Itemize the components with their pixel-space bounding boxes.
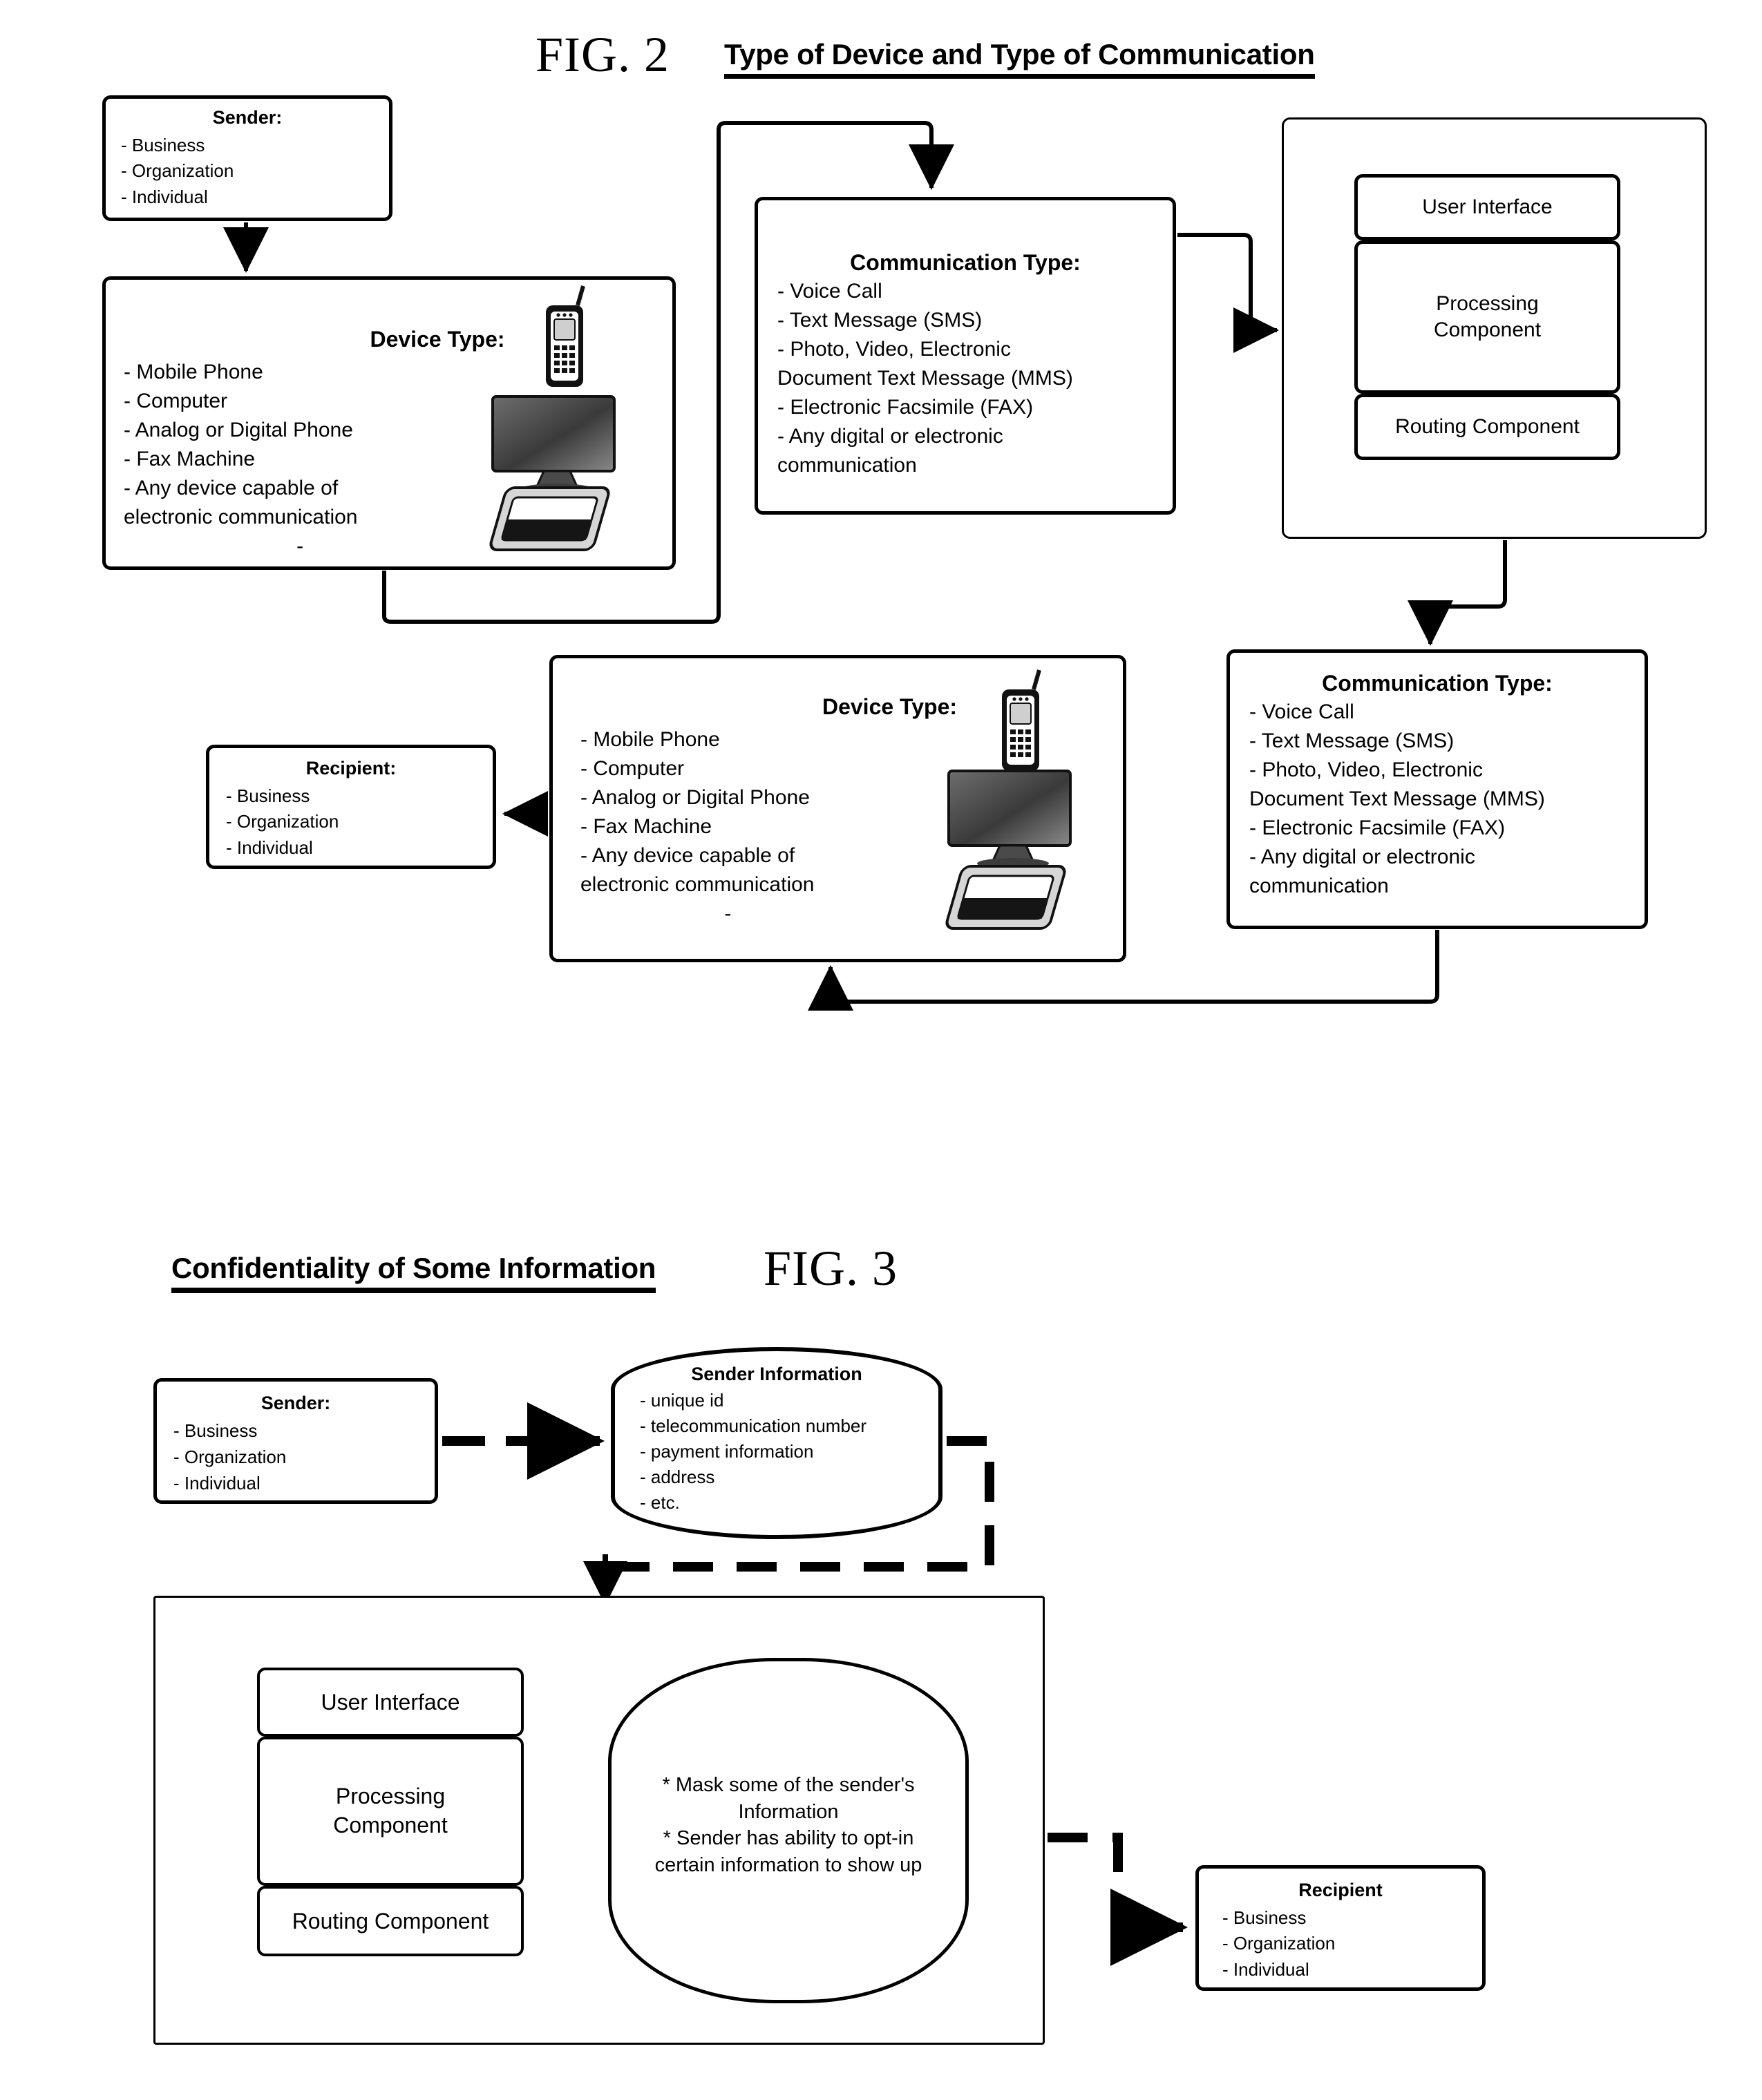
- list-item: - Mobile Phone: [124, 361, 263, 383]
- list-item: Document Text Message (MMS): [777, 367, 1073, 390]
- sender-information-header: Sender Information: [691, 1364, 862, 1384]
- list-item: - Any device capable of: [124, 477, 339, 499]
- mobile-phone-icon: [1002, 669, 1041, 771]
- tablet-icon: [945, 865, 1066, 930]
- list-item: - Text Message (SMS): [777, 309, 983, 332]
- list-item: - Electronic Facsimile (FAX): [777, 396, 1034, 419]
- communication-type-header: Communication Type:: [850, 250, 1081, 275]
- recipient-items: - Business - Organization - Individual: [1222, 1905, 1482, 1983]
- figure-3-title: Confidentiality of Some Information: [171, 1252, 656, 1293]
- masking-note-text: * Mask some of the sender's Information …: [654, 1774, 922, 1876]
- figure-2-title: Type of Device and Type of Communication: [724, 38, 1315, 79]
- list-item: electronic communication: [124, 506, 358, 528]
- sender-items: - Business - Organization - Individual: [121, 133, 389, 210]
- patent-figure-sheet: FIG. 2 Type of Device and Type of Commun…: [0, 0, 1762, 2100]
- list-item: - unique id: [640, 1390, 724, 1411]
- list-item: - Organization: [226, 811, 339, 832]
- recipient-box-fig3: Recipient - Business - Organization - In…: [1195, 1865, 1486, 1991]
- list-item: - Any digital or electronic: [777, 425, 1003, 448]
- list-item: - Mobile Phone: [580, 728, 720, 751]
- user-interface-component-fig2: User Interface: [1354, 174, 1620, 240]
- recipient-header: Recipient: [1298, 1880, 1383, 1900]
- recipient-items: - Business - Organization - Individual: [226, 783, 493, 861]
- routing-component-fig3: Routing Component: [257, 1886, 524, 1956]
- communication-type-header: Communication Type:: [1322, 671, 1553, 696]
- recipient-header: Recipient:: [305, 758, 397, 779]
- list-item: - Electronic Facsimile (FAX): [1249, 817, 1506, 839]
- communication-type-box-1: Communication Type: - Voice Call - Text …: [755, 197, 1176, 515]
- list-item: - Any device capable of: [580, 844, 795, 867]
- list-item: - Photo, Video, Electronic: [1249, 758, 1483, 781]
- list-item: - Voice Call: [777, 280, 882, 303]
- list-item: - Individual: [121, 186, 208, 207]
- sender-box-fig3: Sender: - Business - Organization - Indi…: [153, 1378, 438, 1504]
- list-item: electronic communication: [580, 873, 815, 896]
- figure-3-number: FIG. 3: [764, 1241, 898, 1296]
- list-item: - address: [640, 1466, 715, 1487]
- device-type-items: - Mobile Phone - Computer - Analog or Di…: [124, 358, 511, 561]
- list-item: - Business: [121, 135, 205, 155]
- list-item: - Individual: [226, 837, 313, 858]
- list-item: - Business: [226, 785, 310, 806]
- mobile-phone-icon: [546, 285, 585, 387]
- masking-note-shape: * Mask some of the sender's Information …: [608, 1658, 969, 2003]
- list-item: - telecommunication number: [640, 1415, 867, 1436]
- processing-component-fig3: Processing Component: [257, 1737, 524, 1886]
- wire-system2-to-recipient2: [1048, 1833, 1188, 1966]
- list-item: Document Text Message (MMS): [1249, 788, 1545, 810]
- list-item: - Computer: [124, 390, 228, 412]
- list-item: - payment information: [640, 1440, 814, 1462]
- communication-type-items: - Voice Call - Text Message (SMS) - Phot…: [777, 277, 1173, 480]
- list-item: communication: [1249, 875, 1389, 897]
- sender-box-fig2: Sender: - Business - Organization - Indi…: [102, 95, 392, 221]
- communication-type-items: - Voice Call - Text Message (SMS) - Phot…: [1249, 698, 1645, 901]
- list-item: - Text Message (SMS): [1249, 729, 1455, 752]
- list-item: - Organization: [1222, 1933, 1336, 1954]
- list-item: - Organization: [173, 1446, 287, 1467]
- list-item: -: [124, 535, 304, 557]
- list-item: - Business: [1222, 1907, 1307, 1928]
- list-item: - Business: [173, 1420, 258, 1441]
- communication-type-box-2: Communication Type: - Voice Call - Text …: [1226, 649, 1648, 929]
- list-item: -: [580, 902, 732, 925]
- list-item: - Any digital or electronic: [1249, 846, 1475, 868]
- list-item: - Analog or Digital Phone: [580, 786, 810, 809]
- list-item: - Fax Machine: [124, 448, 256, 470]
- recipient-box-fig2: Recipient: - Business - Organization - I…: [206, 745, 496, 869]
- device-type-items: - Mobile Phone - Computer - Analog or Di…: [580, 725, 967, 928]
- list-item: - Organization: [121, 160, 234, 182]
- list-item: communication: [777, 454, 917, 477]
- sender-header: Sender:: [212, 107, 283, 128]
- list-item: - Individual: [173, 1472, 260, 1493]
- sender-items: - Business - Organization - Individual: [173, 1418, 435, 1497]
- list-item: - Fax Machine: [580, 815, 712, 838]
- wire-comm1-to-system1: [1177, 233, 1279, 353]
- user-interface-component-fig3: User Interface: [257, 1668, 524, 1737]
- list-item: - Photo, Video, Electronic: [777, 338, 1011, 361]
- routing-component-fig2: Routing Component: [1354, 394, 1620, 460]
- figure-2-number: FIG. 2: [536, 27, 670, 82]
- list-item: - Voice Call: [1249, 700, 1354, 723]
- sender-information-shape: Sender Information - unique id - telecom…: [611, 1347, 942, 1539]
- list-item: - etc.: [640, 1491, 680, 1513]
- list-item: - Computer: [580, 757, 685, 780]
- list-item: - Individual: [1222, 1958, 1309, 1980]
- processing-component-fig2: Processing Component: [1354, 240, 1620, 394]
- sender-information-items: - unique id - telecommunication number -…: [640, 1388, 938, 1516]
- sender-header: Sender:: [260, 1393, 331, 1413]
- wire-system1-to-comm2: [1408, 540, 1507, 646]
- tablet-icon: [489, 486, 610, 551]
- list-item: - Analog or Digital Phone: [124, 419, 353, 441]
